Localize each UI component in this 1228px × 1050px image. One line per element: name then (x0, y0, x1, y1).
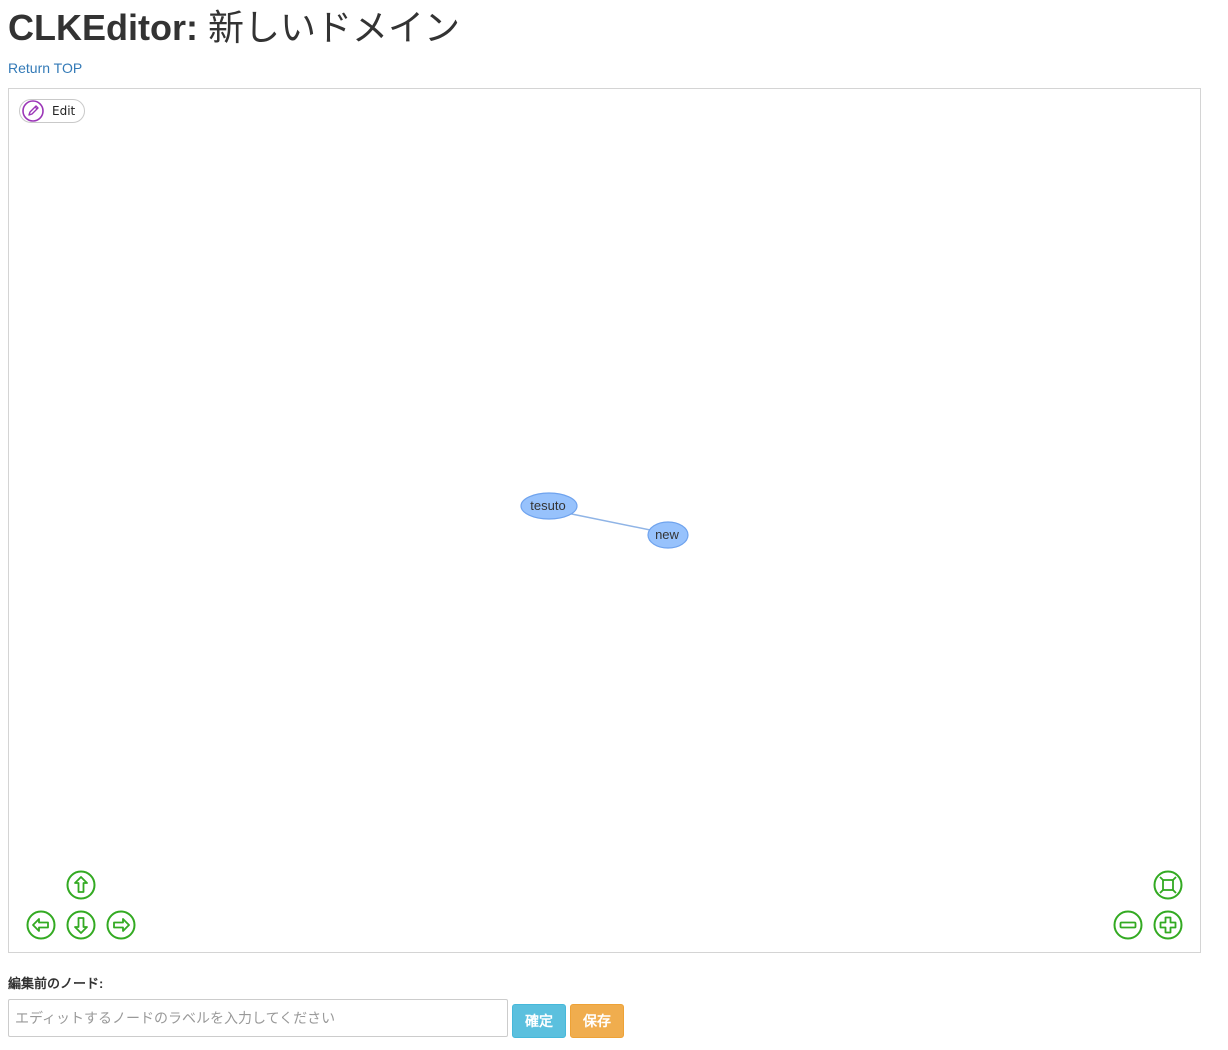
page-title: CLKEditor: 新しいドメイン (8, 4, 460, 52)
node-before-edit-heading: 編集前のノード: (8, 976, 104, 991)
node-label-input[interactable] (8, 999, 508, 1037)
page-title-prefix: CLKEditor: (8, 7, 198, 48)
graph-network[interactable]: tesuto new (9, 89, 1200, 952)
zoom-extends-button[interactable] (1153, 870, 1183, 900)
nav-down-button[interactable] (66, 910, 96, 940)
nav-up-button[interactable] (66, 870, 96, 900)
zoom-in-button[interactable] (1153, 910, 1183, 940)
arrow-up-icon (66, 870, 96, 900)
confirm-button[interactable]: 確定 (512, 1004, 566, 1038)
edit-mode-button[interactable]: Edit (19, 99, 86, 123)
graph-node-label: tesuto (530, 498, 565, 513)
graph-node-new[interactable]: new (647, 521, 689, 549)
page-title-domain: 新しいドメイン (207, 7, 460, 48)
edit-button-label: Edit (52, 104, 76, 118)
arrow-down-icon (66, 910, 96, 940)
arrow-left-icon (26, 910, 56, 940)
nav-left-button[interactable] (26, 910, 56, 940)
graph-node-tesuto[interactable]: tesuto (520, 492, 578, 520)
return-top-link[interactable]: Return TOP (8, 59, 82, 77)
zoom-extends-icon (1153, 870, 1183, 900)
graph-edge[interactable] (556, 510, 661, 533)
arrow-right-icon (106, 910, 136, 940)
zoom-out-icon (1113, 910, 1143, 940)
graph-canvas[interactable]: tesuto new Edit (8, 88, 1201, 953)
pencil-icon (22, 100, 44, 122)
nav-right-button[interactable] (106, 910, 136, 940)
zoom-in-icon (1153, 910, 1183, 940)
graph-node-label: new (655, 527, 679, 542)
save-button[interactable]: 保存 (570, 1004, 624, 1038)
zoom-out-button[interactable] (1113, 910, 1143, 940)
